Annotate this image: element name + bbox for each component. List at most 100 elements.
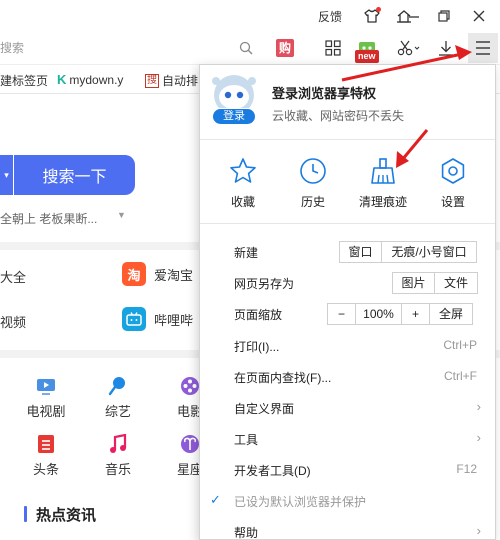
gear-icon: [441, 158, 465, 184]
category-label: 电视剧: [26, 404, 66, 419]
link-item[interactable]: 视频: [0, 312, 26, 331]
menu-row-label: 已设为默认浏览器并保护: [234, 495, 367, 509]
restore-icon[interactable]: [434, 6, 454, 26]
fullscreen-button[interactable]: 全屏: [430, 304, 472, 324]
menu-row-label: 在页面内查找(F)...: [234, 371, 332, 385]
quick-history[interactable]: 历史: [278, 157, 348, 213]
check-icon: ✓: [210, 492, 221, 507]
category-news[interactable]: 头条: [16, 434, 76, 478]
quick-favorites[interactable]: 收藏: [208, 157, 278, 213]
link-label: 视频: [0, 315, 27, 330]
search-icon[interactable]: [234, 36, 258, 60]
scissors-icon: [397, 40, 420, 56]
quick-clear-traces[interactable]: 清理痕迹: [348, 157, 418, 213]
menu-divider: [200, 139, 495, 140]
feedback-link[interactable]: 反馈: [318, 8, 342, 25]
login-button[interactable]: 登录: [212, 108, 256, 125]
bookmark-auto[interactable]: 搜 自动排: [145, 72, 198, 89]
close-icon[interactable]: [469, 6, 489, 26]
grid-icon: [325, 40, 341, 56]
menu-row-label: 网页另存为: [234, 277, 295, 291]
apps-grid-button[interactable]: [321, 36, 345, 60]
hot-search-text[interactable]: 全朝上 老板果断...: [0, 210, 97, 227]
zoom-in-button[interactable]: +: [402, 304, 430, 324]
menu-item-find[interactable]: 在页面内查找(F)... Ctrl+F: [200, 361, 495, 392]
auto-icon: 搜: [145, 73, 159, 88]
notification-dot: [376, 7, 381, 12]
download-icon[interactable]: [434, 36, 458, 60]
link-label: 大全: [0, 270, 27, 285]
zoom-level: 100%: [356, 304, 402, 324]
save-image-button[interactable]: 图片: [393, 273, 435, 293]
search-engine-dropdown[interactable]: ▾: [0, 155, 14, 195]
bookmark-label: 自动排: [162, 74, 199, 88]
menu-item-customize[interactable]: 自定义界面 ›: [200, 392, 495, 423]
link-label: 爱淘宝: [154, 267, 194, 283]
mydown-icon: K: [57, 72, 67, 87]
link-label: 哔哩哔: [154, 312, 194, 328]
link-item-bilibili[interactable]: 哔哩哔: [122, 307, 193, 331]
new-window-group: 窗口 无痕/小号窗口: [339, 241, 477, 263]
user-title[interactable]: 登录浏览器享特权: [272, 83, 376, 102]
new-private-window-button[interactable]: 无痕/小号窗口: [382, 242, 476, 262]
bookmark-new-tab[interactable]: 建标签页: [0, 72, 48, 89]
broom-icon: [371, 158, 395, 184]
news-accent-bar: [24, 506, 27, 522]
main-menu-button[interactable]: [468, 33, 498, 63]
chevron-right-icon: ›: [476, 430, 481, 445]
chevron-right-icon: ›: [476, 399, 481, 414]
quick-label: 收藏: [230, 195, 255, 209]
quick-label: 历史: [300, 195, 325, 209]
menu-item-tools[interactable]: 工具 ›: [200, 423, 495, 454]
toolbar: 购: [0, 32, 500, 64]
film-icon: [180, 376, 200, 396]
menu-shortcut: F12: [456, 462, 477, 476]
search-input[interactable]: [0, 36, 262, 60]
menu-item-default-browser[interactable]: ✓ 已设为默认浏览器并保护: [200, 485, 495, 516]
link-item-taobao[interactable]: 淘 爱淘宝: [122, 262, 193, 286]
link-item[interactable]: 大全: [0, 267, 26, 286]
screenshot-button[interactable]: [392, 36, 426, 60]
chevron-right-icon: ›: [476, 523, 481, 538]
bookmark-label: mydown.y: [69, 72, 124, 87]
tshirt-icon[interactable]: [362, 6, 382, 26]
save-as-group: 图片 文件: [392, 272, 478, 294]
menu-shortcut: Ctrl+F: [444, 369, 477, 383]
menu-row-zoom: 页面缩放 − 100% + 全屏: [200, 298, 495, 329]
news-section-title: 热点资讯: [36, 507, 97, 524]
menu-item-help[interactable]: 帮助 ›: [200, 516, 495, 540]
chevron-down-icon[interactable]: ▼: [117, 210, 126, 220]
zoom-out-button[interactable]: −: [328, 304, 356, 324]
category-label: 综艺: [104, 404, 131, 419]
taobao-icon: 淘: [122, 262, 146, 286]
quick-settings[interactable]: 设置: [418, 157, 488, 213]
bookmark-label: 建标签页: [0, 74, 49, 88]
category-label: 头条: [32, 462, 59, 477]
menu-item-print[interactable]: 打印(I)... Ctrl+P: [200, 330, 495, 361]
category-music[interactable]: 音乐: [88, 434, 148, 478]
clock-icon: [300, 158, 326, 184]
category-tv[interactable]: 电视剧: [16, 376, 76, 420]
category-variety[interactable]: 综艺: [88, 376, 148, 420]
menu-row-new: 新建 窗口 无痕/小号窗口: [200, 236, 495, 267]
tv-icon: [36, 376, 56, 396]
search-submit-button[interactable]: 搜索一下: [14, 155, 135, 195]
minimize-icon[interactable]: [404, 6, 424, 26]
new-badge: new: [355, 50, 379, 63]
quick-label: 设置: [440, 195, 465, 209]
save-file-button[interactable]: 文件: [435, 273, 477, 293]
menu-row-label: 开发者工具(D): [234, 464, 311, 478]
new-window-button[interactable]: 窗口: [340, 242, 382, 262]
hamburger-icon: [476, 41, 490, 55]
aries-icon: [180, 434, 200, 454]
music-icon: [108, 434, 128, 454]
menu-row-label: 工具: [234, 433, 259, 447]
title-bar: 反馈: [0, 0, 500, 32]
mic-icon: [108, 376, 128, 396]
news-icon: [36, 434, 56, 454]
bookmark-mydown[interactable]: K mydown.y: [57, 72, 123, 87]
menu-shortcut: Ctrl+P: [443, 338, 477, 352]
menu-item-devtools[interactable]: 开发者工具(D) F12: [200, 454, 495, 485]
shopping-extension-button[interactable]: 购: [273, 36, 297, 60]
shopping-icon: 购: [276, 39, 294, 57]
